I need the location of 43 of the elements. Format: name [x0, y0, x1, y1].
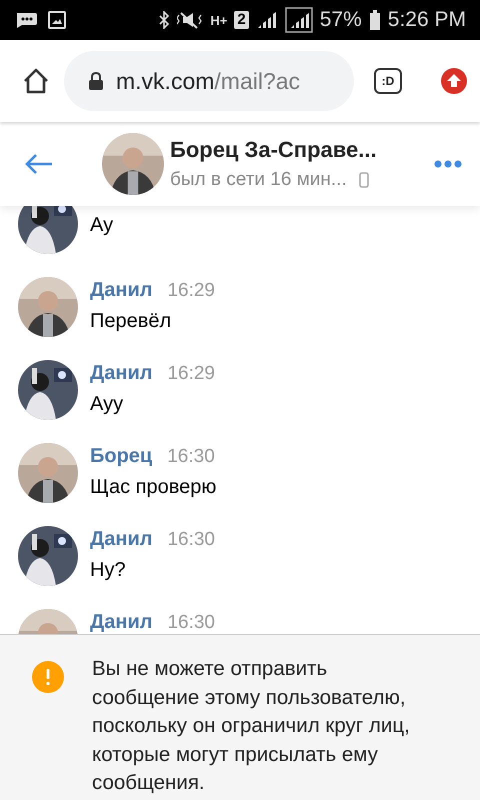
home-button[interactable]	[22, 67, 50, 95]
battery-icon	[368, 10, 381, 30]
signal-icon	[256, 11, 278, 29]
message-time: 16:30	[167, 612, 215, 634]
contact-name: Борец За-Справе...	[170, 137, 378, 163]
message-time: 16:30	[167, 529, 215, 551]
message-text: Ауу	[90, 393, 124, 416]
sender-name[interactable]: Борец	[90, 445, 152, 468]
url-text: m.vk.com/mail?ac	[116, 68, 300, 94]
tab-switcher-button[interactable]: :D	[374, 68, 402, 94]
more-icon	[434, 160, 462, 168]
back-button[interactable]	[24, 152, 54, 176]
message-text: Ау	[90, 214, 114, 236]
muted-vibrate-icon	[177, 11, 204, 29]
warning-icon	[32, 661, 64, 693]
message-time: 16:29	[167, 280, 215, 302]
upload-icon	[440, 67, 468, 95]
sender-name[interactable]: Данил	[90, 279, 152, 302]
message-text: Перевёл	[90, 310, 172, 333]
message-text: Ну?	[90, 559, 127, 582]
lock-icon	[88, 71, 104, 91]
last-seen-status: был в сети 16 мин...	[170, 169, 347, 191]
clock: 5:26 PM	[388, 8, 466, 32]
notice-text: Вы не можете отправить сообщение этому пользователю, поскольку он ограничил круг лиц, которые могут присылать ему сообщения.	[92, 656, 411, 796]
battery-percent: 57%	[320, 8, 362, 32]
message-text: Щас проверю	[90, 476, 216, 499]
home-icon	[22, 67, 50, 95]
image-icon	[48, 11, 66, 29]
address-bar[interactable]: m.vk.com/mail?ac	[64, 51, 354, 111]
message-icon	[14, 11, 38, 29]
sender-name[interactable]: Данил	[90, 611, 152, 634]
sender-name[interactable]: Данил	[90, 362, 152, 385]
sender-name[interactable]: Данил	[90, 528, 152, 551]
sim-badge: 2	[234, 11, 249, 29]
more-button[interactable]	[434, 160, 462, 168]
message-time: 16:30	[167, 446, 215, 468]
back-arrow-icon	[24, 152, 54, 176]
phone-icon	[358, 172, 369, 188]
update-button[interactable]	[440, 67, 468, 95]
bluetooth-icon	[158, 11, 170, 29]
message-time: 16:29	[167, 363, 215, 385]
signal-icon	[284, 7, 313, 33]
network-type-label: H+	[210, 12, 228, 28]
